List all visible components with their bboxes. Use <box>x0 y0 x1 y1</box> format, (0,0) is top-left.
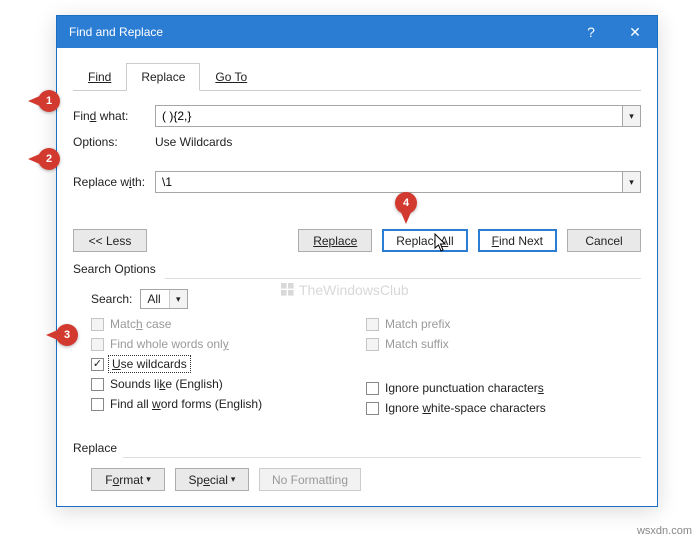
dialog-title: Find and Replace <box>69 25 569 39</box>
cancel-button[interactable]: Cancel <box>567 229 641 252</box>
tab-find[interactable]: Find <box>73 63 126 91</box>
options-value: Use Wildcards <box>155 135 232 149</box>
options-label: Options: <box>73 135 155 149</box>
callout-3: 3 <box>56 324 78 346</box>
tab-goto[interactable]: Go To <box>200 63 262 91</box>
tab-replace[interactable]: Replace <box>126 63 200 91</box>
replace-with-input[interactable] <box>156 172 622 192</box>
replace-with-dropdown[interactable]: ▾ <box>622 172 640 192</box>
callout-2: 2 <box>38 148 60 170</box>
match-prefix-checkbox: Match prefix <box>366 317 641 331</box>
chevron-down-icon: ▾ <box>169 290 187 308</box>
help-button[interactable]: ? <box>569 16 613 48</box>
replace-with-combo[interactable]: ▾ <box>155 171 641 193</box>
replace-group-label: Replace <box>73 441 641 455</box>
footer-credit: wsxdn.com <box>637 525 692 537</box>
callout-4: 4 <box>395 192 417 214</box>
find-next-button[interactable]: Find Next <box>478 229 557 252</box>
use-wildcards-checkbox[interactable]: Use wildcards <box>91 357 366 371</box>
find-what-dropdown[interactable]: ▾ <box>622 106 640 126</box>
replace-with-label: Replace with: <box>73 175 155 189</box>
tabs: Find Replace Go To <box>73 62 641 91</box>
sounds-like-checkbox[interactable]: Sounds like (English) <box>91 377 366 391</box>
find-what-label: Find what: <box>73 109 155 123</box>
ignore-punctuation-checkbox[interactable]: Ignore punctuation characters <box>366 381 641 395</box>
ignore-whitespace-checkbox[interactable]: Ignore white-space characters <box>366 401 641 415</box>
format-button[interactable]: Format▾ <box>91 468 165 491</box>
close-button[interactable]: ✕ <box>613 16 657 48</box>
word-forms-checkbox[interactable]: Find all word forms (English) <box>91 397 366 411</box>
search-direction-select[interactable]: All ▾ <box>140 289 187 309</box>
whole-words-checkbox: Find whole words only <box>91 337 366 351</box>
callout-1: 1 <box>38 90 60 112</box>
replace-button[interactable]: Replace <box>298 229 372 252</box>
titlebar: Find and Replace ? ✕ <box>57 16 657 48</box>
watermark: TheWindowsClub <box>281 282 409 298</box>
find-what-input[interactable] <box>156 106 622 126</box>
find-replace-dialog: Find and Replace ? ✕ Find Replace Go To … <box>56 15 658 507</box>
special-button[interactable]: Special▾ <box>175 468 249 491</box>
match-suffix-checkbox: Match suffix <box>366 337 641 351</box>
search-options-group-label: Search Options <box>73 262 641 276</box>
no-formatting-button: No Formatting <box>259 468 361 491</box>
find-what-combo[interactable]: ▾ <box>155 105 641 127</box>
replace-all-button[interactable]: Replace All <box>382 229 467 252</box>
search-direction-label: Search: <box>91 292 132 306</box>
match-case-checkbox: Match case <box>91 317 366 331</box>
